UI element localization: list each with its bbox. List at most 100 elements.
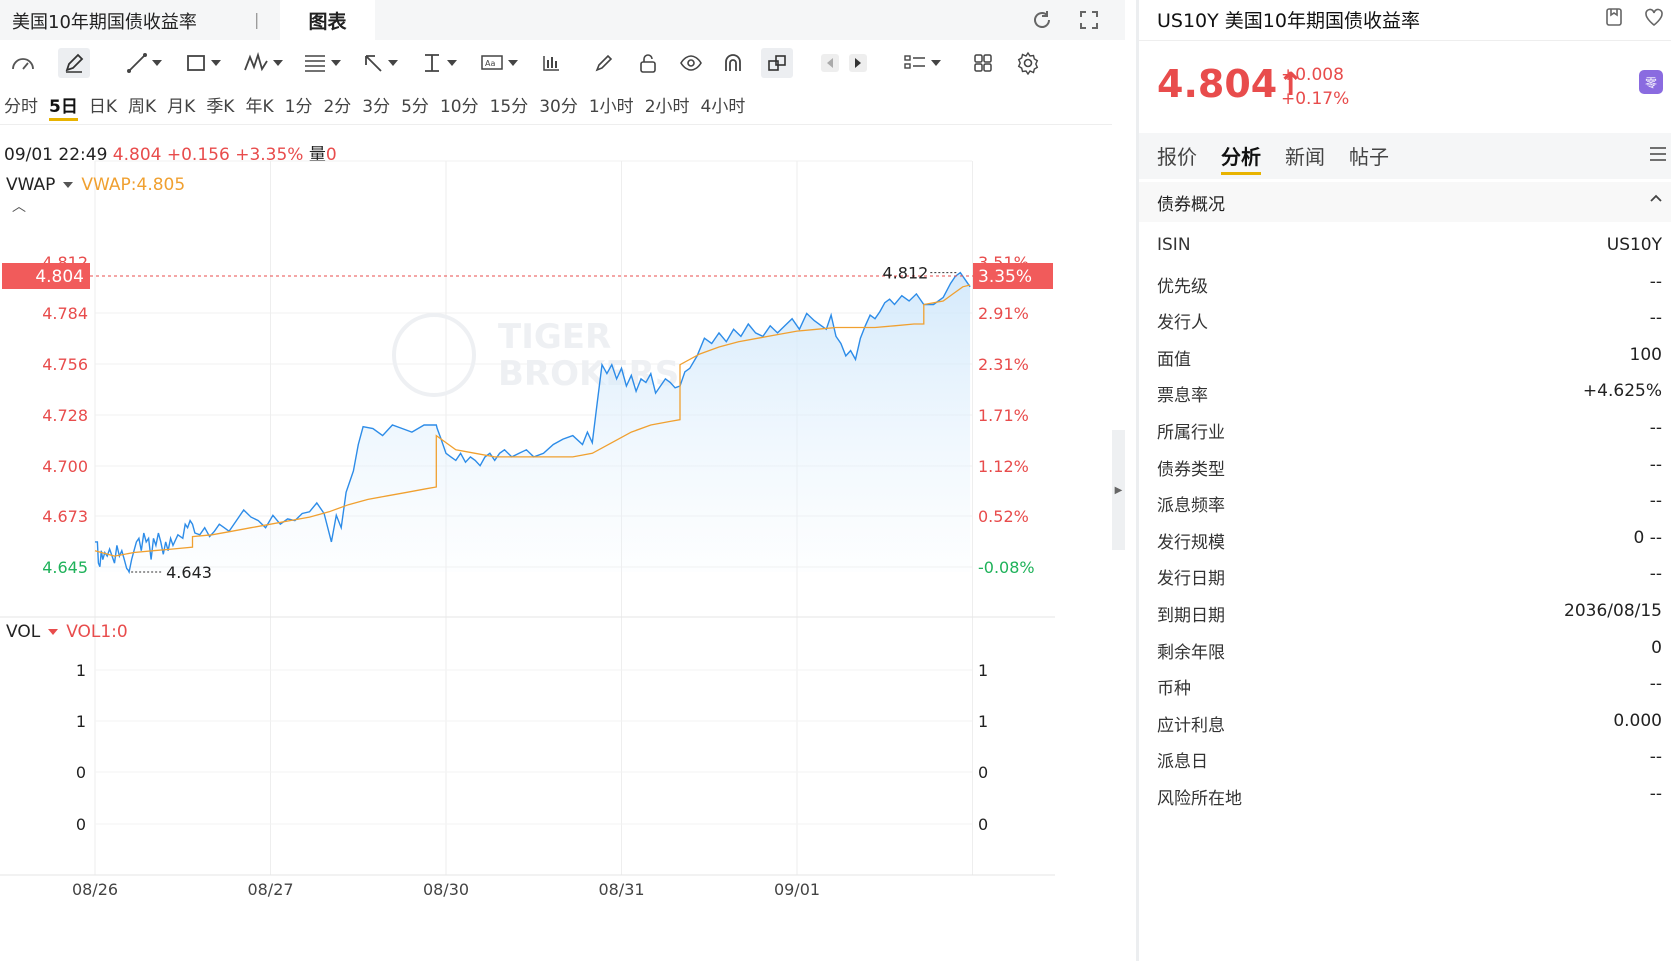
quote-tabs: 报价 分析 新闻 帖子 — [1157, 141, 1389, 175]
quote-change: +0.008 +0.17% — [1281, 63, 1349, 111]
bond-row-key: 债券类型 — [1157, 459, 1225, 480]
menu-icon[interactable] — [1648, 145, 1668, 167]
bond-row-value: -- — [1649, 417, 1662, 438]
quote-tab-2[interactable]: 新闻 — [1285, 141, 1325, 175]
quote-tabs-bar: 报价 分析 新闻 帖子 — [1139, 133, 1671, 179]
collapse-up-icon[interactable]: ︿ — [12, 196, 26, 216]
vol-tick-right: 0 — [978, 815, 988, 834]
quote-name: 美国10年期国债收益率 — [1224, 10, 1420, 32]
ai-badge-icon[interactable]: 零 — [1639, 70, 1663, 94]
bond-row-key: ISIN — [1157, 235, 1191, 255]
y-tick-label: 4.673 — [42, 507, 88, 526]
bond-row: 币种 -- — [1139, 667, 1671, 704]
bond-row-key: 应计利息 — [1157, 715, 1225, 736]
quote-change-abs: +0.008 — [1281, 65, 1344, 85]
bond-row: 发行规模 0 -- — [1139, 521, 1671, 558]
vol-tick-left: 0 — [76, 763, 86, 782]
bond-row-value: 0 — [1651, 637, 1662, 658]
watermark-logo — [392, 313, 476, 397]
pct-tick-label: -0.08% — [978, 558, 1035, 577]
y-tick-label: 4.700 — [42, 457, 88, 476]
quote-header: US10Y 美国10年期国债收益率 — [1157, 6, 1420, 33]
bond-overview-title: 债券概况 — [1157, 195, 1225, 215]
quote-tab-0[interactable]: 报价 — [1157, 141, 1197, 175]
vwap-value: VWAP:4.805 — [81, 175, 186, 195]
vol-tick-left: 0 — [76, 815, 86, 834]
quote-header-actions — [1603, 6, 1665, 32]
bond-row-key: 票息率 — [1157, 386, 1208, 407]
bond-row: 优先级 -- — [1139, 265, 1671, 302]
bond-row: 到期日期 2036/08/15 — [1139, 594, 1671, 631]
y-tick-label: 4.728 — [42, 406, 88, 425]
x-tick-label: 08/30 — [423, 880, 469, 899]
vol-dropdown-icon[interactable] — [48, 629, 59, 635]
vol-indicator-row: VOL VOL1:0 — [6, 622, 128, 642]
bond-row-value: 100 — [1629, 344, 1662, 365]
vol-label[interactable]: VOL — [6, 622, 40, 642]
pct-tick-label: 1.71% — [978, 406, 1029, 425]
pct-tick-label: 1.12% — [978, 457, 1029, 476]
quote-side-panel: US10Y 美国10年期国债收益率 4.804 ↑ +0.008 +0.17% 零… — [1136, 0, 1671, 961]
bond-row: 所属行业 -- — [1139, 411, 1671, 448]
y-tick-label: 4.784 — [42, 304, 88, 323]
bond-row-key: 派息日 — [1157, 752, 1208, 773]
bond-row-value: US10Y — [1606, 235, 1662, 255]
bond-row-value: 0 -- — [1633, 527, 1663, 548]
bond-row: 派息频率 -- — [1139, 484, 1671, 521]
last-pct-badge-text: 3.35% — [978, 267, 1032, 287]
bond-row-value: -- — [1649, 454, 1662, 475]
bond-row-key: 发行日期 — [1157, 569, 1225, 590]
bond-row-key: 到期日期 — [1157, 605, 1225, 626]
bond-row: 发行日期 -- — [1139, 557, 1671, 594]
price-chart[interactable]: TIGERBROKERS4.8124.7844.7564.7284.7004.6… — [0, 0, 1112, 961]
x-tick-label: 09/01 — [774, 880, 820, 899]
quote-tab-1[interactable]: 分析 — [1221, 141, 1261, 175]
bond-row: 剩余年限 0 — [1139, 631, 1671, 668]
quote-tab-3[interactable]: 帖子 — [1349, 141, 1389, 175]
pct-tick-label: 0.52% — [978, 507, 1029, 526]
bond-row: 面值 100 — [1139, 338, 1671, 375]
bond-row-key: 发行规模 — [1157, 532, 1225, 553]
bond-row-key: 优先级 — [1157, 276, 1208, 297]
vwap-label[interactable]: VWAP — [6, 175, 55, 195]
bond-row-value: 2036/08/15 — [1564, 600, 1662, 621]
quote-price-value: 4.804 — [1157, 62, 1278, 106]
bookmark-icon[interactable] — [1603, 6, 1625, 32]
bond-row-value: -- — [1649, 674, 1662, 695]
bond-row-value: -- — [1649, 747, 1662, 768]
chevron-up-icon[interactable] — [1648, 190, 1664, 210]
vol-tick-left: 1 — [76, 661, 86, 680]
high-label: 4.812 — [883, 264, 929, 283]
bond-row-key: 风险所在地 — [1157, 788, 1242, 809]
y-tick-label: 4.645 — [42, 558, 88, 577]
y-tick-label: 4.756 — [42, 355, 88, 374]
bond-row-value: 0.000 — [1613, 710, 1662, 731]
pct-tick-label: 2.31% — [978, 355, 1029, 374]
vol-tick-right: 1 — [978, 712, 988, 731]
bond-row-key: 派息频率 — [1157, 496, 1225, 517]
vol-tick-left: 1 — [76, 712, 86, 731]
vwap-indicator-row: VWAP VWAP:4.805 — [6, 175, 185, 195]
bond-row: 应计利息 0.000 — [1139, 704, 1671, 741]
quote-symbol: US10Y — [1157, 10, 1219, 32]
pct-tick-label: 2.91% — [978, 304, 1029, 323]
bond-row-value: -- — [1649, 271, 1662, 292]
bond-row-value: -- — [1649, 491, 1662, 512]
bond-row: 风险所在地 -- — [1139, 777, 1671, 814]
last-price-badge-text: 4.804 — [35, 267, 84, 287]
vwap-dropdown-icon[interactable] — [63, 182, 74, 188]
watermark-line1: TIGER — [498, 317, 611, 357]
bond-row-key: 币种 — [1157, 679, 1191, 700]
bond-row-value: -- — [1649, 308, 1662, 329]
bond-row-value: -- — [1649, 564, 1662, 585]
bond-row: 票息率 +4.625% — [1139, 374, 1671, 411]
panel-collapse-handle[interactable]: ▶ — [1112, 430, 1125, 550]
bond-row-key: 所属行业 — [1157, 422, 1225, 443]
bond-row-value: -- — [1649, 783, 1662, 804]
vol-value: VOL1:0 — [66, 622, 128, 642]
favorite-heart-icon[interactable] — [1643, 6, 1665, 32]
x-tick-label: 08/26 — [72, 880, 118, 899]
bond-overview-header[interactable]: 债券概况 — [1139, 182, 1671, 222]
vol-tick-right: 0 — [978, 763, 988, 782]
bond-row: ISIN US10Y — [1139, 228, 1671, 265]
